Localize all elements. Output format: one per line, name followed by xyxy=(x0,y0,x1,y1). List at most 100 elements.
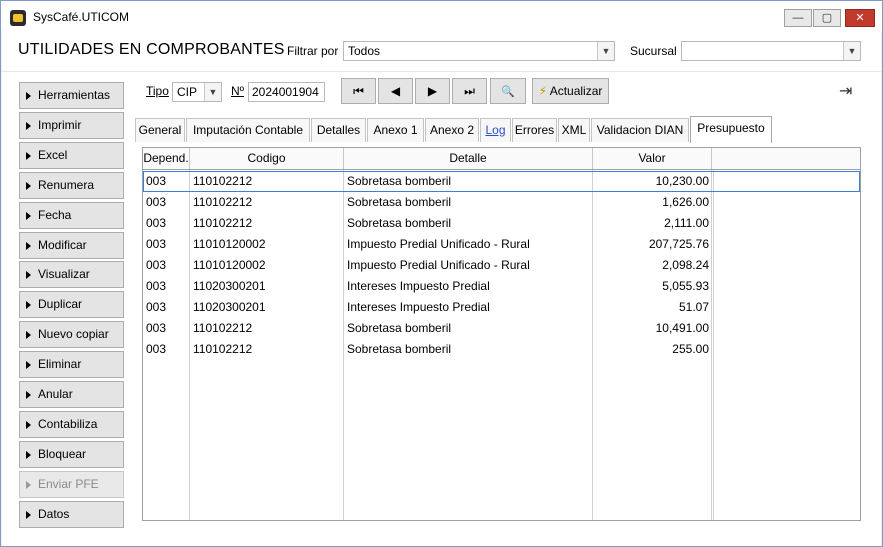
table-header: Depend. Codigo Detalle Valor xyxy=(143,148,860,170)
tab-xml[interactable]: XML xyxy=(558,118,590,142)
app-logo-icon xyxy=(10,10,26,26)
sidebar-button-bloquear[interactable]: Bloquear xyxy=(19,441,124,468)
triangle-right-icon xyxy=(26,331,31,339)
sidebar-button-nuevo-copiar[interactable]: Nuevo copiar xyxy=(19,321,124,348)
tab-general[interactable]: General xyxy=(135,118,185,142)
cell-detalle: Impuesto Predial Unificado - Rural xyxy=(347,258,530,272)
cell-codigo: 110102212 xyxy=(193,216,253,230)
triangle-right-icon xyxy=(26,122,31,130)
main-content: UTILIDADES EN COMPROBANTES Filtrar por T… xyxy=(2,31,881,546)
table-row[interactable]: 003 110102212 Sobretasa bomberil 10,491.00 xyxy=(143,318,860,339)
sidebar-button-contabiliza[interactable]: Contabiliza xyxy=(19,411,124,438)
tab-errores[interactable]: Errores xyxy=(512,118,557,142)
sidebar-button-visualizar[interactable]: Visualizar xyxy=(19,261,124,288)
close-button[interactable]: ✕ xyxy=(845,9,875,27)
tipo-label: Tipo xyxy=(146,84,169,98)
cell-codigo: 11020300201 xyxy=(193,300,266,314)
column-header-detalle[interactable]: Detalle xyxy=(344,148,593,169)
tab-anexo-2[interactable]: Anexo 2 xyxy=(425,118,479,142)
triangle-right-icon xyxy=(26,361,31,369)
sidebar-button-anular[interactable]: Anular xyxy=(19,381,124,408)
cell-depend: 003 xyxy=(146,258,167,272)
sidebar-button-label: Bloquear xyxy=(38,447,87,461)
chevron-down-icon[interactable]: ▼ xyxy=(843,42,860,60)
cell-depend: 003 xyxy=(146,237,167,251)
column-header-depend[interactable]: Depend. xyxy=(143,148,190,169)
table-row[interactable]: 003 110102212 Sobretasa bomberil 1,626.00 xyxy=(143,192,860,213)
sidebar-button-label: Visualizar xyxy=(38,267,90,281)
tab-anexo-1[interactable]: Anexo 1 xyxy=(367,118,424,142)
last-record-button[interactable]: ⏭ xyxy=(452,78,487,104)
tipo-select[interactable]: CIP ▼ xyxy=(172,82,222,102)
sidebar-button-label: Excel xyxy=(38,148,68,162)
triangle-right-icon xyxy=(26,481,31,489)
sidebar-button-renumera[interactable]: Renumera xyxy=(19,172,124,199)
tab-validacion-dian[interactable]: Validacion DIAN xyxy=(591,118,689,142)
sidebar-button-label: Imprimir xyxy=(38,118,82,132)
table-row[interactable]: 003 11020300201 Intereses Impuesto Predial… xyxy=(143,297,860,318)
sidebar-button-imprimir[interactable]: Imprimir xyxy=(19,112,124,139)
minimize-button[interactable]: — xyxy=(784,9,812,27)
sidebar-button-herramientas[interactable]: Herramientas xyxy=(19,82,124,109)
cell-depend: 003 xyxy=(146,216,167,230)
sidebar-button-label: Fecha xyxy=(38,208,72,222)
sidebar-button-label: Datos xyxy=(38,507,70,521)
cell-valor: 1,626.00 xyxy=(662,195,709,209)
previous-record-button[interactable]: ◀ xyxy=(378,78,413,104)
tab-presupuesto[interactable]: Presupuesto xyxy=(690,116,772,143)
triangle-right-icon xyxy=(26,421,31,429)
triangle-right-icon xyxy=(26,511,31,519)
tab-log[interactable]: Log xyxy=(480,118,511,142)
column-header-codigo[interactable]: Codigo xyxy=(190,148,344,169)
maximize-button[interactable]: ▢ xyxy=(813,9,841,27)
branch-select[interactable]: ▼ xyxy=(681,41,861,61)
tab-detalles[interactable]: Detalles xyxy=(311,118,366,142)
cell-valor: 10,491.00 xyxy=(655,321,709,335)
table-row[interactable]: 003 110102212 Sobretasa bomberil 2,111.00 xyxy=(143,213,860,234)
cell-codigo: 110102212 xyxy=(193,342,253,356)
sidebar-button-modificar[interactable]: Modificar xyxy=(19,232,124,259)
tipo-label-text: Tipo xyxy=(146,84,169,98)
refresh-button[interactable]: ⚡ Actualizar xyxy=(532,78,609,104)
cell-detalle: Sobretasa bomberil xyxy=(347,342,452,356)
sidebar-button-datos[interactable]: Datos xyxy=(19,501,124,528)
cell-valor: 255.00 xyxy=(672,342,709,356)
sidebar-button-fecha[interactable]: Fecha xyxy=(19,202,124,229)
cell-valor: 51.07 xyxy=(678,300,709,314)
cell-depend: 003 xyxy=(146,279,167,293)
filter-select[interactable]: Todos ▼ xyxy=(343,41,615,61)
cell-valor: 10,230.00 xyxy=(655,174,709,188)
column-header-valor[interactable]: Valor xyxy=(593,148,712,169)
sidebar-button-enviar-pfe: Enviar PFE xyxy=(19,471,124,498)
chevron-down-icon[interactable]: ▼ xyxy=(597,42,614,60)
budget-table[interactable]: Depend. Codigo Detalle Valor 003 11010221… xyxy=(142,147,861,521)
sidebar-button-eliminar[interactable]: Eliminar xyxy=(19,351,124,378)
cell-codigo: 110102212 xyxy=(193,195,253,209)
chevron-down-icon[interactable]: ▼ xyxy=(204,83,221,101)
table-row[interactable]: 003 110102212 Sobretasa bomberil 10,230.00 xyxy=(143,171,860,192)
cell-depend: 003 xyxy=(146,321,167,335)
table-row[interactable]: 003 11020300201 Intereses Impuesto Predial… xyxy=(143,276,860,297)
cell-codigo: 11010120002 xyxy=(193,237,266,251)
table-row[interactable]: 003 11010120002 Impuesto Predial Unificado… xyxy=(143,255,860,276)
search-button[interactable]: 🔍 xyxy=(490,78,526,104)
filter-label: Filtrar por xyxy=(287,44,339,58)
sidebar-button-label: Duplicar xyxy=(38,297,83,311)
sidebar-button-label: Anular xyxy=(38,387,73,401)
cell-valor: 5,055.93 xyxy=(662,279,709,293)
sidebar-button-duplicar[interactable]: Duplicar xyxy=(19,291,124,318)
number-field[interactable]: 2024001904 xyxy=(248,82,325,102)
table-row[interactable]: 003 110102212 Sobretasa bomberil 255.00 xyxy=(143,339,860,360)
cell-detalle: Impuesto Predial Unificado - Rural xyxy=(347,237,530,251)
skip-last-icon: ⏭ xyxy=(464,84,475,98)
sidebar-button-label: Enviar PFE xyxy=(38,477,99,491)
next-record-button[interactable]: ▶ xyxy=(415,78,450,104)
arrow-right-icon: ▶ xyxy=(427,84,438,98)
sidebar-button-excel[interactable]: Excel xyxy=(19,142,124,169)
app-window: SysCafé.UTICOM — ▢ ✕ UTILIDADES EN COMPR… xyxy=(0,0,883,547)
cell-valor: 207,725.76 xyxy=(648,237,709,251)
table-row[interactable]: 003 11010120002 Impuesto Predial Unificado… xyxy=(143,234,860,255)
tab-imputación-contable[interactable]: Imputación Contable xyxy=(186,118,310,142)
exit-icon[interactable]: ⇥ xyxy=(839,81,852,101)
first-record-button[interactable]: ⏮ xyxy=(341,78,376,104)
